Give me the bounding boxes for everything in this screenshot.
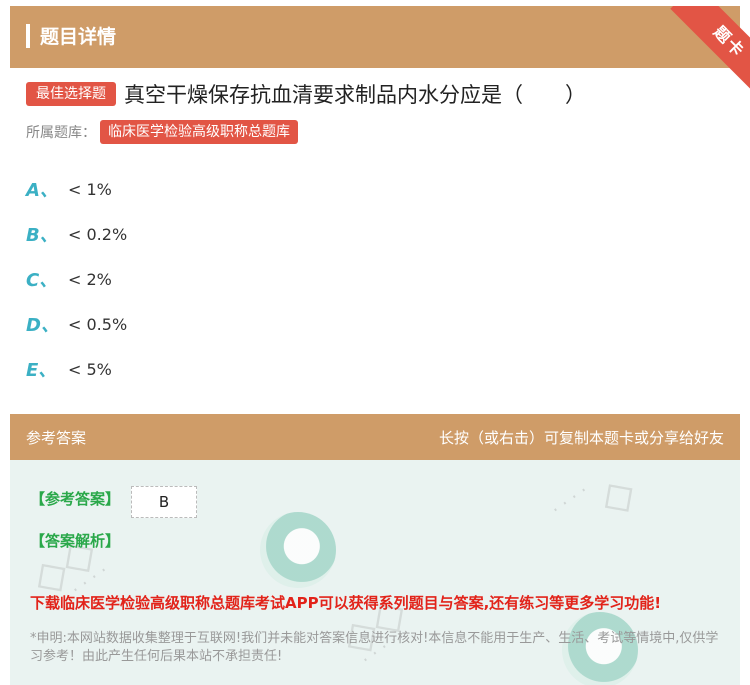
question-bank-row: 所属题库： 临床医学检验高级职称总题库: [26, 120, 298, 144]
option-text: < 0.5%: [68, 314, 128, 334]
option-a[interactable]: A、 < 1%: [26, 176, 112, 202]
option-text: < 0.2%: [68, 224, 128, 244]
question-card-ribbon[interactable]: 题卡: [666, 6, 750, 90]
answer-section-body: ◇◇ ◇◇ ◇ · · · · · · · · · · · · 【参考答案】 B…: [10, 460, 740, 685]
watermark-mark: ◇: [588, 464, 646, 527]
option-letter: A、: [26, 180, 58, 201]
option-e[interactable]: E、 < 5%: [26, 356, 112, 382]
bank-link[interactable]: 临床医学检验高级职称总题库: [100, 120, 298, 144]
answer-section-header: 参考答案 长按（或右击）可复制本题卡或分享给好友: [10, 414, 740, 460]
corner-badge-label: 题卡: [670, 6, 750, 90]
bank-label: 所属题库：: [26, 125, 96, 141]
option-c[interactable]: C、 < 2%: [26, 266, 112, 292]
share-hint: 长按（或右击）可复制本题卡或分享给好友: [438, 429, 724, 447]
question-type-tag: 最佳选择题: [26, 82, 116, 106]
option-b[interactable]: B、 < 0.2%: [26, 221, 127, 247]
option-letter: B、: [26, 225, 58, 246]
analysis-label: 【答案解析】: [30, 532, 121, 550]
question-text: 真空干燥保存抗血清要求制品内水分应是（ ）: [124, 83, 586, 107]
option-text: < 1%: [68, 179, 112, 199]
watermark-logo-icon: [260, 512, 336, 588]
option-letter: E、: [26, 360, 57, 381]
download-app-link[interactable]: 下载临床医学检验高级职称总题库考试APP可以获得系列题目与答案,还有练习等更多学…: [30, 592, 661, 613]
header-accent-mark: [26, 24, 30, 48]
option-d[interactable]: D、 < 0.5%: [26, 311, 127, 337]
option-text: < 2%: [68, 269, 112, 289]
page-title: 题目详情: [40, 26, 117, 48]
answer-label: 【参考答案】: [30, 490, 121, 508]
answer-section-title: 参考答案: [26, 429, 87, 447]
option-letter: D、: [26, 315, 59, 336]
disclaimer-text: *申明:本网站数据收集整理于互联网!我们并未能对答案信息进行核对!本信息不能用于…: [30, 631, 719, 664]
detail-header: 题目详情: [10, 6, 740, 68]
answer-image: B: [131, 486, 197, 518]
option-text: < 5%: [68, 359, 112, 379]
answer-value: B: [158, 493, 170, 511]
option-letter: C、: [26, 270, 58, 291]
question-row: 最佳选择题 真空干燥保存抗血清要求制品内水分应是（ ）: [26, 80, 586, 108]
watermark-mark: · · · ·: [547, 480, 593, 521]
